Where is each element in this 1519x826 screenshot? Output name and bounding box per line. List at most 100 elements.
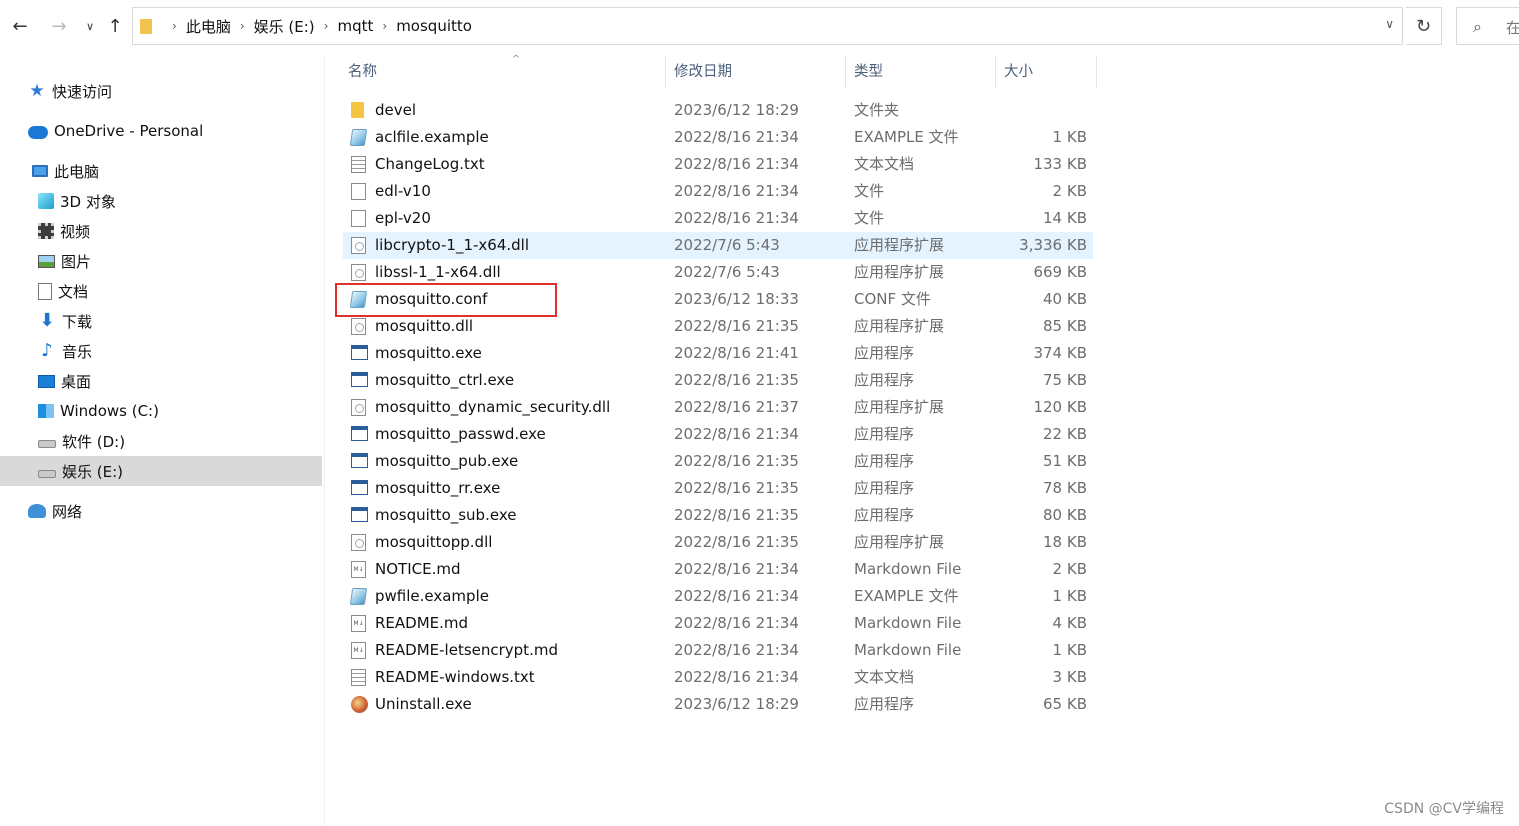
file-date: 2022/8/16 21:34 xyxy=(674,209,799,227)
file-row[interactable]: epl-v20 2022/8/16 21:34 文件 14 KB xyxy=(343,205,1093,232)
file-row[interactable]: mosquitto_sub.exe 2022/8/16 21:35 应用程序 80 K… xyxy=(343,502,1093,529)
sidebar-item-drive-c[interactable]: Windows (C:) xyxy=(38,396,159,426)
text-file-icon xyxy=(351,156,366,173)
breadcrumb-drive-e[interactable]: 娱乐 (E:) xyxy=(254,16,315,37)
drive-icon xyxy=(38,440,56,448)
sidebar-item-drive-d[interactable]: 软件 (D:) xyxy=(38,426,125,456)
sidebar-item-network[interactable]: 网络 xyxy=(28,496,82,526)
file-type: 应用程序 xyxy=(854,425,915,443)
column-headers: 名称 ^ 修改日期 类型 大小 xyxy=(326,54,1519,88)
file-size: 1 KB xyxy=(1052,641,1087,659)
file-size: 1 KB xyxy=(1052,128,1087,146)
file-row[interactable]: libssl-1_1-x64.dll 2022/7/6 5:43 应用程序扩展 669… xyxy=(343,259,1093,286)
sidebar-item-videos[interactable]: 视频 xyxy=(38,216,90,246)
sidebar-item-documents[interactable]: 文档 xyxy=(38,276,88,306)
dll-file-icon xyxy=(351,534,366,551)
column-header-size[interactable]: 大小 xyxy=(996,56,1097,88)
breadcrumb-separator-icon[interactable]: › xyxy=(240,19,245,33)
file-date: 2022/8/16 21:41 xyxy=(674,344,799,362)
file-row[interactable]: M↓ README-letsencrypt.md 2022/8/16 21:34 Ma… xyxy=(343,637,1093,664)
file-row[interactable]: edl-v10 2022/8/16 21:34 文件 2 KB xyxy=(343,178,1093,205)
windows-drive-icon xyxy=(38,404,54,418)
file-type: EXAMPLE 文件 xyxy=(854,587,959,605)
file-row[interactable]: mosquitto_rr.exe 2022/8/16 21:35 应用程序 78 KB xyxy=(343,475,1093,502)
search-placeholder: 在 xyxy=(1506,19,1519,37)
column-header-date[interactable]: 修改日期 xyxy=(666,56,846,88)
application-icon xyxy=(351,453,368,468)
file-type: 应用程序 xyxy=(854,506,915,524)
sidebar-item-label: 3D 对象 xyxy=(60,192,116,211)
breadcrumb-separator-icon[interactable]: › xyxy=(324,19,329,33)
sidebar-item-label: 视频 xyxy=(60,222,91,241)
file-row[interactable]: aclfile.example 2022/8/16 21:34 EXAMPLE 文件… xyxy=(343,124,1093,151)
file-row[interactable]: README-windows.txt 2022/8/16 21:34 文本文档 3 K… xyxy=(343,664,1093,691)
file-row[interactable]: mosquitto_ctrl.exe 2022/8/16 21:35 应用程序 75 … xyxy=(343,367,1093,394)
sidebar-item-pictures[interactable]: 图片 xyxy=(38,246,91,276)
markdown-file-icon: M↓ xyxy=(351,642,366,659)
search-box[interactable]: ⌕ 在 xyxy=(1456,7,1519,45)
up-arrow-icon[interactable]: ↑ xyxy=(103,14,127,38)
file-type: 文本文档 xyxy=(854,668,915,686)
file-date: 2022/8/16 21:37 xyxy=(674,398,799,416)
file-name: mosquitto_ctrl.exe xyxy=(375,371,515,389)
address-bar[interactable]: › 此电脑 › 娱乐 (E:) › mqtt › mosquitto ∨ xyxy=(132,7,1403,45)
file-row[interactable]: mosquitto.dll 2022/8/16 21:35 应用程序扩展 85 KB xyxy=(343,313,1093,340)
sidebar-item-label: 文档 xyxy=(58,282,89,301)
sidebar-item-quick-access[interactable]: ★ 快速访问 xyxy=(28,76,112,106)
file-size: 51 KB xyxy=(1043,452,1087,470)
recent-locations-chevron-icon[interactable]: ∨ xyxy=(78,14,102,38)
breadcrumb-separator-icon[interactable]: › xyxy=(382,19,387,33)
file-date: 2023/6/12 18:29 xyxy=(674,101,799,119)
column-header-type[interactable]: 类型 xyxy=(846,56,996,88)
file-size xyxy=(1003,97,1087,124)
file-type: 文件 xyxy=(854,182,885,200)
forward-arrow-icon[interactable]: → xyxy=(47,14,71,38)
file-size: 18 KB xyxy=(1043,533,1087,551)
file-name: libssl-1_1-x64.dll xyxy=(375,263,501,281)
uninstaller-icon xyxy=(351,696,368,713)
sidebar-item-label: 下载 xyxy=(62,312,93,331)
star-icon: ★ xyxy=(29,81,45,101)
refresh-icon[interactable]: ↻ xyxy=(1406,7,1442,45)
file-row[interactable]: devel 2023/6/12 18:29 文件夹 xyxy=(343,97,1093,124)
address-dropdown-icon[interactable]: ∨ xyxy=(1385,17,1394,31)
file-size: 120 KB xyxy=(1033,398,1087,416)
file-name: mosquitto_passwd.exe xyxy=(375,425,546,443)
file-type: 应用程序 xyxy=(854,695,915,713)
file-row[interactable]: mosquitto.exe 2022/8/16 21:41 应用程序 374 KB xyxy=(343,340,1093,367)
file-row[interactable]: mosquittopp.dll 2022/8/16 21:35 应用程序扩展 18 K… xyxy=(343,529,1093,556)
sidebar-item-downloads[interactable]: ⬇ 下载 xyxy=(38,306,92,336)
file-row[interactable]: ChangeLog.txt 2022/8/16 21:34 文本文档 133 KB xyxy=(343,151,1093,178)
file-row[interactable]: pwfile.example 2022/8/16 21:34 EXAMPLE 文件 1… xyxy=(343,583,1093,610)
file-row[interactable]: M↓ README.md 2022/8/16 21:34 Markdown File 4… xyxy=(343,610,1093,637)
breadcrumb-mqtt[interactable]: mqtt xyxy=(337,17,373,35)
column-header-name[interactable]: 名称 ^ xyxy=(340,54,666,88)
back-arrow-icon[interactable]: ← xyxy=(8,14,32,38)
sidebar-item-onedrive[interactable]: OneDrive - Personal xyxy=(28,116,203,146)
breadcrumb-this-pc[interactable]: 此电脑 xyxy=(186,16,231,37)
file-row[interactable]: Uninstall.exe 2023/6/12 18:29 应用程序 65 KB xyxy=(343,691,1093,718)
breadcrumb-mosquitto[interactable]: mosquitto xyxy=(396,17,472,35)
file-size: 75 KB xyxy=(1043,371,1087,389)
sidebar-item-music[interactable]: ♪ 音乐 xyxy=(38,336,92,366)
file-row[interactable]: mosquitto_dynamic_security.dll 2022/8/16 … xyxy=(343,394,1093,421)
breadcrumb-separator-icon[interactable]: › xyxy=(172,19,177,33)
sidebar-item-3d-objects[interactable]: 3D 对象 xyxy=(38,186,116,216)
blank-file-icon xyxy=(351,210,366,227)
file-size: 374 KB xyxy=(1033,344,1087,362)
sidebar-item-drive-e[interactable]: 娱乐 (E:) xyxy=(0,456,322,486)
file-type: 应用程序扩展 xyxy=(854,317,945,335)
file-row[interactable]: mosquitto_pub.exe 2022/8/16 21:35 应用程序 51 K… xyxy=(343,448,1093,475)
file-row[interactable]: M↓ NOTICE.md 2022/8/16 21:34 Markdown File 2… xyxy=(343,556,1093,583)
file-name: mosquitto.dll xyxy=(375,317,474,335)
file-date: 2022/8/16 21:34 xyxy=(674,614,799,632)
file-type: EXAMPLE 文件 xyxy=(854,128,959,146)
sidebar-item-desktop[interactable]: 桌面 xyxy=(38,366,91,396)
file-size: 669 KB xyxy=(1033,263,1087,281)
file-row[interactable]: libcrypto-1_1-x64.dll 2022/7/6 5:43 应用程序扩展… xyxy=(343,232,1093,259)
sidebar-item-label: 桌面 xyxy=(61,372,92,391)
file-type: 应用程序扩展 xyxy=(854,398,945,416)
file-row[interactable]: mosquitto_passwd.exe 2022/8/16 21:34 应用程序 2… xyxy=(343,421,1093,448)
search-icon: ⌕ xyxy=(1473,17,1482,36)
sidebar-item-this-pc[interactable]: 此电脑 xyxy=(32,156,99,186)
